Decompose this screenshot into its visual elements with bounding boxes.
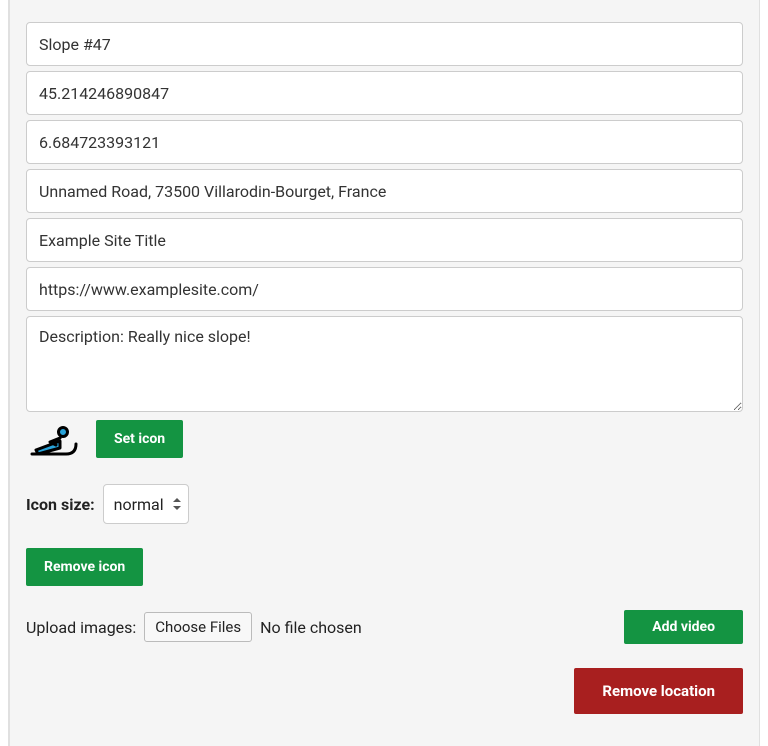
choose-files-button[interactable]: Choose Files [144, 612, 252, 642]
site-url-input[interactable] [26, 267, 743, 311]
upload-images-label: Upload images: [26, 618, 136, 637]
location-name-input[interactable] [26, 22, 743, 66]
remove-location-button[interactable]: Remove location [574, 668, 743, 714]
remove-icon-button[interactable]: Remove icon [26, 548, 143, 586]
latitude-input[interactable] [26, 71, 743, 115]
icon-size-select[interactable]: normal [103, 484, 189, 524]
location-editor-panel: Description: Really nice slope! Set icon… [8, 0, 760, 746]
select-stepper-icon [172, 496, 182, 512]
icon-size-label: Icon size: [26, 495, 95, 514]
description-textarea[interactable]: Description: Really nice slope! [26, 316, 743, 412]
longitude-input[interactable] [26, 120, 743, 164]
icon-size-value: normal [114, 495, 164, 514]
site-title-input[interactable] [26, 218, 743, 262]
address-input[interactable] [26, 169, 743, 213]
set-icon-button[interactable]: Set icon [96, 420, 183, 458]
file-chosen-status: No file chosen [260, 618, 362, 637]
sled-icon-svg [26, 420, 82, 460]
add-video-button[interactable]: Add video [624, 610, 743, 644]
sled-icon [26, 420, 82, 460]
